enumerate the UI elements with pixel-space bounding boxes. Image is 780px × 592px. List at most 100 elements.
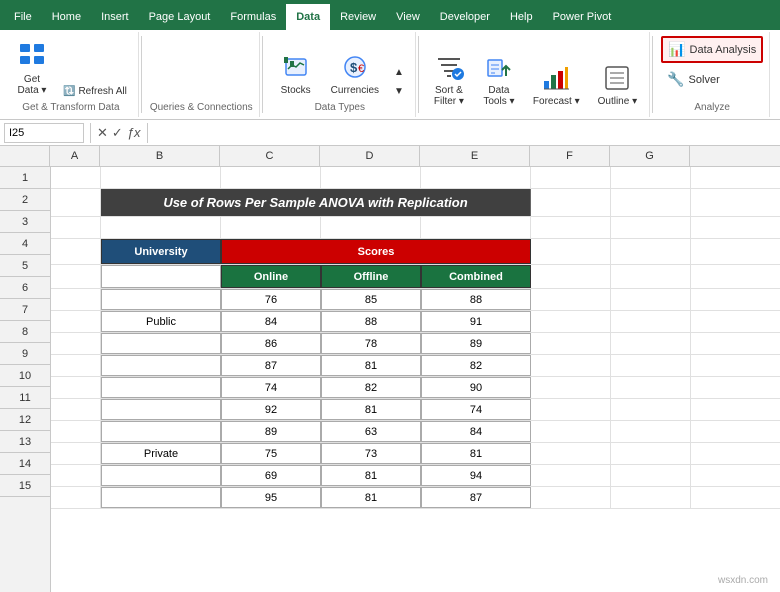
cell-f2[interactable] xyxy=(531,189,611,216)
name-box[interactable] xyxy=(4,123,84,143)
cell-b4-univ[interactable]: University xyxy=(101,239,221,264)
row-header-8[interactable]: 8 xyxy=(0,321,50,343)
data-types-down[interactable]: ▼ xyxy=(389,83,409,100)
cell-c15[interactable]: 95 xyxy=(221,487,321,508)
cell-e9[interactable]: 82 xyxy=(421,355,531,376)
cell-g10[interactable] xyxy=(611,377,691,398)
col-header-b[interactable]: B xyxy=(100,146,220,166)
cell-g15[interactable] xyxy=(611,487,691,508)
cell-a14[interactable] xyxy=(51,465,101,486)
cell-a8[interactable] xyxy=(51,333,101,354)
tab-help[interactable]: Help xyxy=(500,4,543,30)
col-header-g[interactable]: G xyxy=(610,146,690,166)
cell-d6[interactable]: 85 xyxy=(321,289,421,310)
row-header-15[interactable]: 15 xyxy=(0,475,50,497)
cell-e8[interactable]: 89 xyxy=(421,333,531,354)
cell-d7[interactable]: 88 xyxy=(321,311,421,332)
cell-c11[interactable]: 92 xyxy=(221,399,321,420)
cell-c6[interactable]: 76 xyxy=(221,289,321,310)
cell-f7[interactable] xyxy=(531,311,611,332)
insert-function-icon[interactable]: ƒx xyxy=(127,125,141,141)
cell-b5[interactable] xyxy=(101,265,221,288)
cell-d15[interactable]: 81 xyxy=(321,487,421,508)
refresh-all-button[interactable]: 🔃 Refresh All xyxy=(58,83,132,100)
cell-a13[interactable] xyxy=(51,443,101,464)
cell-d11[interactable]: 81 xyxy=(321,399,421,420)
cell-b11[interactable] xyxy=(101,399,221,420)
cell-e1[interactable] xyxy=(421,167,531,188)
tab-view[interactable]: View xyxy=(386,4,430,30)
cell-f3[interactable] xyxy=(531,217,611,238)
cell-f6[interactable] xyxy=(531,289,611,310)
row-header-9[interactable]: 9 xyxy=(0,343,50,365)
tab-insert[interactable]: Insert xyxy=(91,4,139,30)
cell-d8[interactable]: 78 xyxy=(321,333,421,354)
cell-a1[interactable] xyxy=(51,167,101,188)
cell-a5[interactable] xyxy=(51,265,101,288)
cell-e10[interactable]: 90 xyxy=(421,377,531,398)
cell-b6[interactable] xyxy=(101,289,221,310)
col-header-d[interactable]: D xyxy=(320,146,420,166)
cell-f4[interactable] xyxy=(531,239,611,264)
cell-f13[interactable] xyxy=(531,443,611,464)
cell-d14[interactable]: 81 xyxy=(321,465,421,486)
col-header-e[interactable]: E xyxy=(420,146,530,166)
cell-g5[interactable] xyxy=(611,265,691,288)
cell-g11[interactable] xyxy=(611,399,691,420)
sort-filter-button[interactable]: Sort &Filter ▾ xyxy=(427,47,471,111)
solver-button[interactable]: 🔧 Solver xyxy=(661,67,751,92)
cell-d12[interactable]: 63 xyxy=(321,421,421,442)
cell-f5[interactable] xyxy=(531,265,611,288)
forecast-button[interactable]: Forecast ▾ xyxy=(527,58,586,111)
row-header-14[interactable]: 14 xyxy=(0,453,50,475)
cell-e12[interactable]: 84 xyxy=(421,421,531,442)
row-header-6[interactable]: 6 xyxy=(0,277,50,299)
cell-g3[interactable] xyxy=(611,217,691,238)
cell-g12[interactable] xyxy=(611,421,691,442)
cell-b14[interactable] xyxy=(101,465,221,486)
get-data-button[interactable]: GetData ▾ xyxy=(10,36,54,100)
tab-file[interactable]: File xyxy=(4,4,42,30)
row-header-12[interactable]: 12 xyxy=(0,409,50,431)
cell-c8[interactable]: 86 xyxy=(221,333,321,354)
tab-formulas[interactable]: Formulas xyxy=(220,4,286,30)
cell-c12[interactable]: 89 xyxy=(221,421,321,442)
cell-d5-offline[interactable]: Offline xyxy=(321,265,421,288)
cell-a7[interactable] xyxy=(51,311,101,332)
tab-data[interactable]: Data xyxy=(286,4,330,30)
confirm-formula-icon[interactable]: ✓ xyxy=(112,125,123,141)
cell-g4[interactable] xyxy=(611,239,691,264)
cell-e7[interactable]: 91 xyxy=(421,311,531,332)
cell-g14[interactable] xyxy=(611,465,691,486)
tab-home[interactable]: Home xyxy=(42,4,91,30)
cell-c13[interactable]: 75 xyxy=(221,443,321,464)
cell-g6[interactable] xyxy=(611,289,691,310)
data-analysis-button[interactable]: 📊 Data Analysis xyxy=(661,36,763,63)
cell-d1[interactable] xyxy=(321,167,421,188)
cell-a9[interactable] xyxy=(51,355,101,376)
row-header-3[interactable]: 3 xyxy=(0,211,50,233)
tab-page-layout[interactable]: Page Layout xyxy=(139,4,221,30)
cell-e3[interactable] xyxy=(421,217,531,238)
col-header-a[interactable]: A xyxy=(50,146,100,166)
row-header-11[interactable]: 11 xyxy=(0,387,50,409)
cell-b13-private[interactable]: Private xyxy=(101,443,221,464)
cell-b9[interactable] xyxy=(101,355,221,376)
cell-g13[interactable] xyxy=(611,443,691,464)
cell-a6[interactable] xyxy=(51,289,101,310)
cell-d3[interactable] xyxy=(321,217,421,238)
formula-input[interactable] xyxy=(154,125,776,141)
cell-b1[interactable] xyxy=(101,167,221,188)
cell-a4[interactable] xyxy=(51,239,101,264)
outline-button[interactable]: Outline ▾ xyxy=(592,58,643,111)
cell-g8[interactable] xyxy=(611,333,691,354)
tab-power-pivot[interactable]: Power Pivot xyxy=(543,4,622,30)
row-header-4[interactable]: 4 xyxy=(0,233,50,255)
cell-g1[interactable] xyxy=(611,167,691,188)
cell-e13[interactable]: 81 xyxy=(421,443,531,464)
cell-g9[interactable] xyxy=(611,355,691,376)
stocks-button[interactable]: Stocks xyxy=(271,47,321,100)
cell-f15[interactable] xyxy=(531,487,611,508)
tab-review[interactable]: Review xyxy=(330,4,386,30)
cell-e15[interactable]: 87 xyxy=(421,487,531,508)
